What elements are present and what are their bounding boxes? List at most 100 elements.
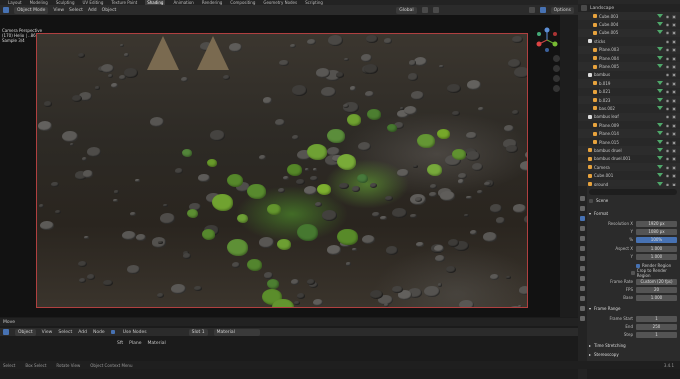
view-layer-tab-icon[interactable] xyxy=(580,226,585,231)
physics-tab-icon[interactable] xyxy=(580,286,585,291)
modifier-tab-icon[interactable] xyxy=(580,266,585,271)
navigation-gizmo[interactable] xyxy=(535,27,559,53)
node-editor-type-icon[interactable] xyxy=(3,329,9,335)
render-camera-icon[interactable]: ▣ xyxy=(672,173,676,178)
material-dropdown[interactable]: Material xyxy=(213,328,260,336)
overlay-icon[interactable] xyxy=(528,7,535,13)
outliner-row[interactable]: Plane.009 ◉ ▣ xyxy=(578,121,680,129)
slot-dropdown[interactable]: Slot 1 xyxy=(188,328,208,336)
render-camera-icon[interactable]: ▣ xyxy=(672,89,676,94)
stereoscopy-panel-header[interactable]: ▸ Stereoscopy xyxy=(589,351,677,358)
eye-icon[interactable]: ◉ xyxy=(666,39,670,44)
outliner-row[interactable]: Plane.004 ◉ ▣ xyxy=(578,54,680,62)
outliner-row[interactable]: Plane.003 ◉ ▣ xyxy=(578,45,680,54)
render-camera-icon[interactable]: ▣ xyxy=(672,39,676,44)
eye-icon[interactable]: ◉ xyxy=(666,98,670,103)
outliner-row[interactable]: Cube.003 ◉ ▣ xyxy=(578,12,680,21)
move-label[interactable]: Move xyxy=(3,320,15,325)
aspect-y-field[interactable]: 1.000 xyxy=(636,253,677,260)
transform-orientation-dropdown[interactable]: Global xyxy=(396,6,417,14)
node-view-menu[interactable]: View xyxy=(42,330,53,335)
node-node-menu[interactable]: Node xyxy=(93,330,105,335)
render-camera-icon[interactable]: ▣ xyxy=(672,106,676,111)
eye-icon[interactable]: ◉ xyxy=(666,165,670,170)
options-dropdown[interactable]: Options xyxy=(550,6,574,14)
aspect-x-field[interactable]: 1.000 xyxy=(636,245,677,252)
eye-icon[interactable]: ◉ xyxy=(666,106,670,111)
node-add-menu[interactable]: Add xyxy=(78,330,87,335)
object-type-dropdown[interactable]: Object xyxy=(15,328,36,336)
resolution-percent-field[interactable]: 100% xyxy=(636,236,677,243)
render-camera-icon[interactable]: ▣ xyxy=(672,123,676,128)
render-camera-icon[interactable]: ▣ xyxy=(672,64,676,69)
render-camera-icon[interactable]: ▣ xyxy=(672,47,676,52)
shading-rendered-icon[interactable] xyxy=(539,7,546,13)
zoom-icon[interactable] xyxy=(553,55,560,62)
outliner-row[interactable]: Cube.001 ◉ ▣ xyxy=(578,171,680,179)
eye-icon[interactable]: ◉ xyxy=(666,81,670,86)
outliner-row[interactable]: Camera ◉ ▣ xyxy=(578,163,680,172)
frame-step-field[interactable]: 1 xyxy=(636,331,677,338)
tool-tab-icon[interactable] xyxy=(580,196,585,201)
render-camera-icon[interactable]: ▣ xyxy=(672,30,676,35)
use-nodes-checkbox[interactable] xyxy=(110,330,115,334)
eye-icon[interactable]: ◉ xyxy=(666,89,670,94)
render-camera-icon[interactable]: ▣ xyxy=(672,72,676,77)
pan-hand-icon[interactable] xyxy=(553,65,560,72)
eye-icon[interactable]: ◉ xyxy=(666,72,670,77)
resolution-x-field[interactable]: 1920 px xyxy=(636,220,677,227)
crop-region-checkbox[interactable] xyxy=(631,270,635,275)
outliner-row[interactable]: Plane.015 ◉ ▣ xyxy=(578,138,680,146)
frame-rate-dropdown[interactable]: Custom (20 fps) xyxy=(636,278,677,285)
node-select-menu[interactable]: Select xyxy=(58,330,72,335)
eye-icon[interactable]: ◉ xyxy=(666,47,670,52)
time-stretching-panel-header[interactable]: ▸ Time Stretching xyxy=(589,342,677,349)
scene-tab-icon[interactable] xyxy=(580,236,585,241)
snap-icon[interactable] xyxy=(421,7,428,13)
eye-icon[interactable]: ◉ xyxy=(666,14,670,19)
outliner-row[interactable]: bambus druel ◉ ▣ xyxy=(578,146,680,155)
outliner-editor-icon[interactable] xyxy=(581,5,587,11)
output-tab-icon[interactable] xyxy=(580,216,585,221)
grid-icon[interactable] xyxy=(553,85,560,92)
particles-tab-icon[interactable] xyxy=(580,276,585,281)
add-menu[interactable]: Add xyxy=(88,8,97,13)
render-camera-icon[interactable]: ▣ xyxy=(672,156,676,161)
resolution-y-field[interactable]: 1080 px xyxy=(636,228,677,235)
properties-search[interactable] xyxy=(589,188,677,195)
camera-view-icon[interactable] xyxy=(553,75,560,82)
base-field[interactable]: 1.000 xyxy=(636,294,677,301)
eye-icon[interactable]: ◉ xyxy=(666,123,670,128)
outliner-row[interactable]: b.023 ◉ ▣ xyxy=(578,95,680,105)
proportional-icon[interactable] xyxy=(432,7,439,13)
render-camera-icon[interactable]: ▣ xyxy=(672,22,676,27)
render-camera-icon[interactable]: ▣ xyxy=(672,114,676,119)
editor-type-icon[interactable] xyxy=(3,7,9,13)
outliner-row[interactable]: Cube.004 ◉ ▣ xyxy=(578,20,680,28)
render-camera-icon[interactable]: ▣ xyxy=(672,148,676,153)
outliner-row[interactable]: sticks ◉ ▣ xyxy=(578,37,680,45)
outliner-row[interactable]: bambus ◉ ▣ xyxy=(578,71,680,79)
eye-icon[interactable]: ◉ xyxy=(666,131,670,136)
frame-end-field[interactable]: 250 xyxy=(636,323,677,330)
render-camera-icon[interactable]: ▣ xyxy=(672,14,676,19)
crop-region-row[interactable]: Crop to Render Region xyxy=(589,268,677,278)
eye-icon[interactable]: ◉ xyxy=(666,156,670,161)
frame-range-panel-header[interactable]: ▾ Frame Range xyxy=(589,305,677,312)
format-panel-header[interactable]: ▾ Format xyxy=(589,210,677,217)
world-tab-icon[interactable] xyxy=(580,246,585,251)
material-tab-icon[interactable] xyxy=(580,316,585,321)
outliner-row[interactable]: bambus leaf ◉ ▣ xyxy=(578,112,680,122)
render-camera-icon[interactable]: ▣ xyxy=(672,81,676,86)
object-tab-icon[interactable] xyxy=(580,256,585,261)
eye-icon[interactable]: ◉ xyxy=(666,148,670,153)
view-menu[interactable]: View xyxy=(53,8,64,13)
outliner-row[interactable]: Cube.005 ◉ ▣ xyxy=(578,28,680,38)
eye-icon[interactable]: ◉ xyxy=(666,30,670,35)
render-camera-icon[interactable]: ▣ xyxy=(672,140,676,145)
render-camera-icon[interactable]: ▣ xyxy=(672,131,676,136)
object-menu[interactable]: Object xyxy=(102,8,117,13)
outliner-row[interactable]: bas.002 ◉ ▣ xyxy=(578,104,680,112)
eye-icon[interactable]: ◉ xyxy=(666,64,670,69)
render-tab-icon[interactable] xyxy=(580,206,585,211)
